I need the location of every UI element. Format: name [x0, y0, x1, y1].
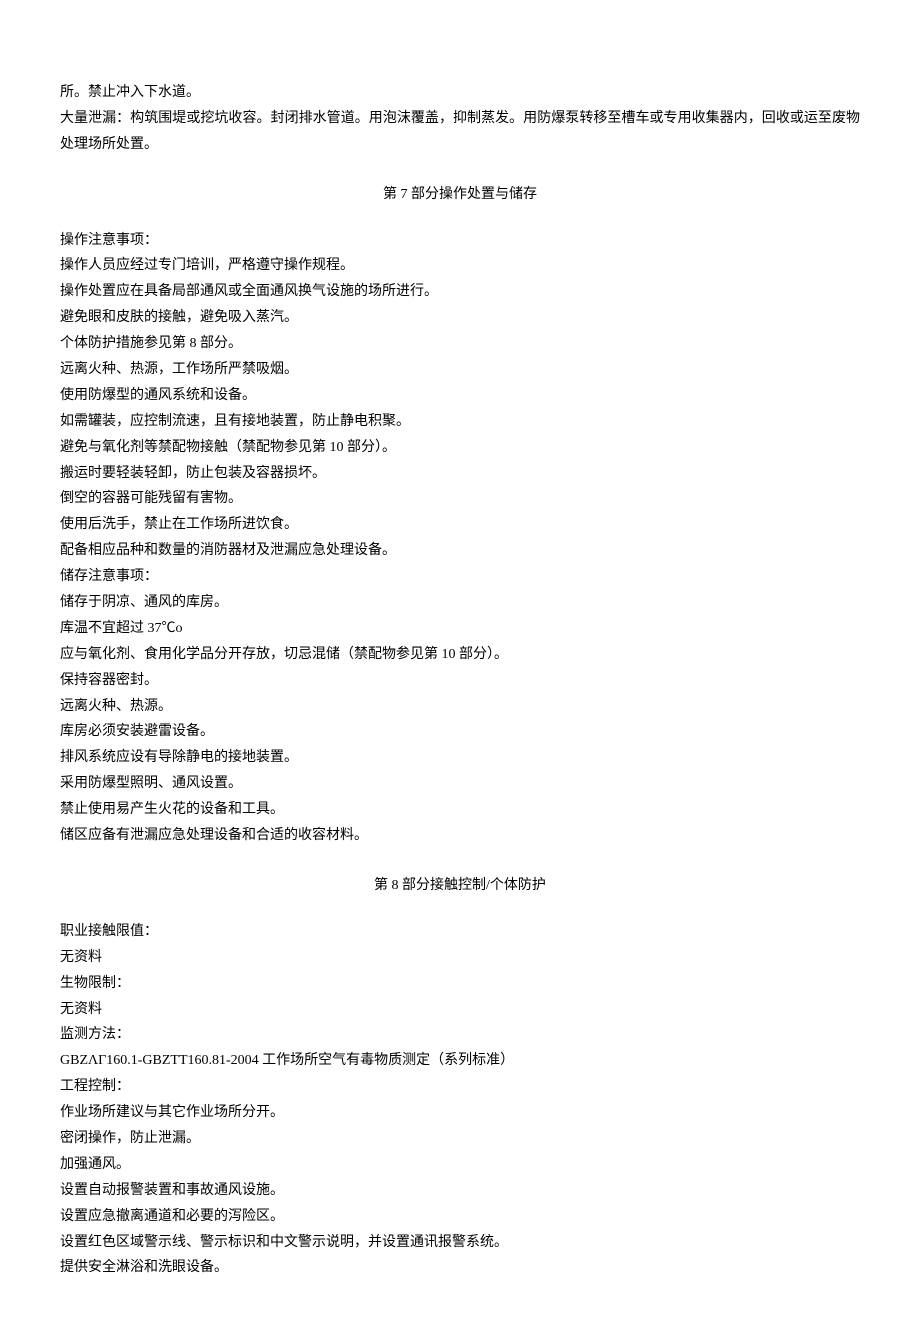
intro-line-1: 所。禁止冲入下水道。	[60, 80, 860, 106]
section7-line: 禁止使用易产生火花的设备和工具。	[60, 797, 860, 823]
section7-line: 储存于阴凉、通风的库房。	[60, 590, 860, 616]
section7-line: 操作人员应经过专门培训，严格遵守操作规程。	[60, 253, 860, 279]
section7-line: 个体防护措施参见第 8 部分。	[60, 331, 860, 357]
section7-line: 倒空的容器可能残留有害物。	[60, 486, 860, 512]
section8-line: 提供安全淋浴和洗眼设备。	[60, 1255, 860, 1281]
section8-line: 作业场所建议与其它作业场所分开。	[60, 1100, 860, 1126]
section8-line: 设置应急撤离通道和必要的泻险区。	[60, 1204, 860, 1230]
intro-line-2: 大量泄漏：构筑围堤或挖坑收容。封闭排水管道。用泡沫覆盖，抑制蒸发。用防爆泵转移至…	[60, 106, 860, 158]
section7-line: 采用防爆型照明、通风设置。	[60, 771, 860, 797]
section7-line: 库房必须安装避雷设备。	[60, 719, 860, 745]
section8-line: 设置红色区域警示线、警示标识和中文警示说明，并设置通讯报警系统。	[60, 1230, 860, 1256]
section7-line: 避免与氧化剂等禁配物接触（禁配物参见第 10 部分）。	[60, 435, 860, 461]
section-8-body: 职业接触限值：无资料生物限制：无资料监测方法：GBZΛΓ160.1-GBZTT1…	[60, 919, 860, 1281]
section7-line: 排风系统应设有导除静电的接地装置。	[60, 745, 860, 771]
section7-line: 使用防爆型的通风系统和设备。	[60, 383, 860, 409]
section8-line: GBZΛΓ160.1-GBZTT160.81-2004 工作场所空气有毒物质测定…	[60, 1048, 860, 1074]
section8-line: 无资料	[60, 945, 860, 971]
section8-line: 设置自动报警装置和事故通风设施。	[60, 1178, 860, 1204]
section8-line: 密闭操作，防止泄漏。	[60, 1126, 860, 1152]
section7-line: 使用后洗手，禁止在工作场所进饮食。	[60, 512, 860, 538]
section-8-title: 第 8 部分接触控制/个体防护	[60, 873, 860, 899]
section-7-title: 第 7 部分操作处置与储存	[60, 182, 860, 208]
section8-line: 监测方法：	[60, 1022, 860, 1048]
section7-line: 远离火种、热源，工作场所严禁吸烟。	[60, 357, 860, 383]
section7-line: 操作注意事项：	[60, 228, 860, 254]
section8-line: 职业接触限值：	[60, 919, 860, 945]
section7-line: 应与氧化剂、食用化学品分开存放，切忌混储（禁配物参见第 10 部分）。	[60, 642, 860, 668]
section8-line: 工程控制：	[60, 1074, 860, 1100]
section8-line: 无资料	[60, 997, 860, 1023]
section7-line: 操作处置应在具备局部通风或全面通风换气设施的场所进行。	[60, 279, 860, 305]
section7-line: 远离火种、热源。	[60, 694, 860, 720]
section8-line: 生物限制：	[60, 971, 860, 997]
section7-line: 配备相应品种和数量的消防器材及泄漏应急处理设备。	[60, 538, 860, 564]
section7-line: 储区应备有泄漏应急处理设备和合适的收容材料。	[60, 823, 860, 849]
section7-line: 如需罐装，应控制流速，且有接地装置，防止静电积聚。	[60, 409, 860, 435]
section7-line: 储存注意事项：	[60, 564, 860, 590]
section7-line: 库温不宜超过 37℃o	[60, 616, 860, 642]
section8-line: 加强通风。	[60, 1152, 860, 1178]
section7-line: 避免眼和皮肤的接触，避免吸入蒸汽。	[60, 305, 860, 331]
section7-line: 搬运时要轻装轻卸，防止包装及容器损坏。	[60, 461, 860, 487]
section7-line: 保持容器密封。	[60, 668, 860, 694]
section-7-body: 操作注意事项：操作人员应经过专门培训，严格遵守操作规程。操作处置应在具备局部通风…	[60, 228, 860, 849]
